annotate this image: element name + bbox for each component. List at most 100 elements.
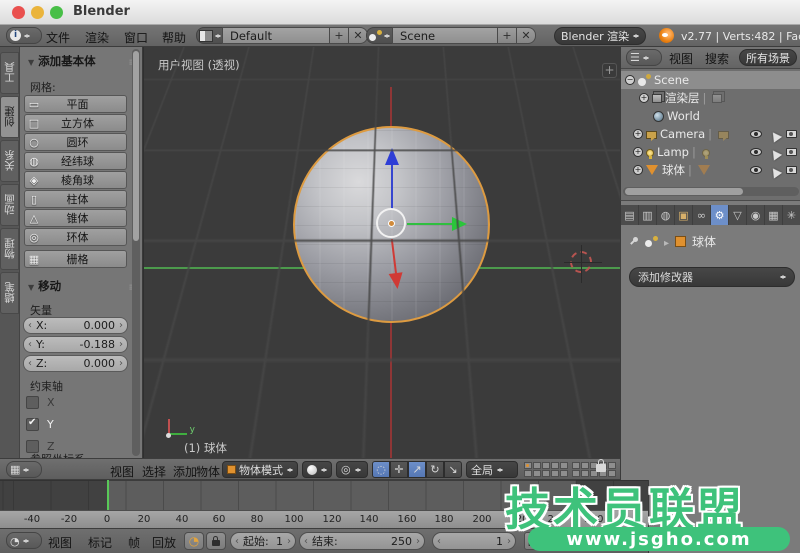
viewport-editor-selector[interactable]: ▦ <box>6 461 42 478</box>
menu-file[interactable]: 文件 <box>46 29 70 46</box>
translate-manipulator-button[interactable]: ↗ <box>408 461 426 478</box>
add-grid-button[interactable]: ▦ 栅格 <box>24 250 127 268</box>
tab-particles-icon[interactable] <box>783 205 800 225</box>
layer-cell[interactable] <box>608 470 616 477</box>
layer-cell[interactable] <box>551 470 559 477</box>
outliner-menu-view[interactable]: 视图 <box>669 50 693 67</box>
outliner-row-world[interactable]: World <box>621 107 800 125</box>
add-primitive-panel-header[interactable]: 添加基本体 <box>28 53 136 69</box>
start-frame-field[interactable]: 起始: 1 <box>230 532 296 550</box>
add-ico-sphere-button[interactable]: ◈ 棱角球 <box>24 171 127 189</box>
scene-selector[interactable] <box>366 27 392 44</box>
3d-viewport[interactable]: 用户视图 (透视) (1) 球体 + <box>143 47 620 458</box>
menu-window[interactable]: 窗口 <box>124 29 148 46</box>
layer-cell-active[interactable] <box>524 462 532 469</box>
editor-type-selector[interactable]: i <box>6 27 42 44</box>
pin-icon[interactable] <box>629 237 639 247</box>
tab-grease-pencil[interactable]: 蜡笔 <box>0 272 19 314</box>
outliner-row-renderlayers[interactable]: + 渲染层 | <box>621 89 800 107</box>
viewport-shading-dropdown[interactable] <box>302 461 332 478</box>
layer-cell[interactable] <box>542 462 550 469</box>
layer-group-1[interactable] <box>524 462 568 477</box>
menu-view[interactable]: 视图 <box>110 463 134 480</box>
add-modifier-dropdown[interactable]: 添加修改器 <box>629 267 795 287</box>
expand-icon[interactable]: + <box>633 129 643 139</box>
menu-add[interactable]: 添加 <box>173 463 197 480</box>
zoom-window-button[interactable] <box>50 6 63 19</box>
use-preview-range-toggle[interactable] <box>184 532 204 550</box>
visibility-eye-icon[interactable] <box>750 166 762 174</box>
add-circle-button[interactable]: ○ 圆环 <box>24 133 127 151</box>
expand-icon[interactable]: + <box>633 165 643 175</box>
transform-orientation-dropdown[interactable]: 全局 <box>466 461 518 478</box>
scene-lock-toggle[interactable] <box>596 459 606 472</box>
outliner-hscrollbar-thumb[interactable] <box>625 188 743 195</box>
manipulator-toggle[interactable]: ◌ <box>372 461 390 478</box>
tab-physics[interactable]: 物理 <box>0 228 19 270</box>
layer-cell[interactable] <box>542 470 550 477</box>
add-cone-button[interactable]: △ 锥体 <box>24 209 127 227</box>
layout-name-field[interactable]: Default <box>222 27 330 44</box>
layer-cell[interactable] <box>533 470 541 477</box>
outliner-menu-search[interactable]: 搜索 <box>705 50 729 67</box>
mode-dropdown[interactable]: 物体模式 <box>222 461 298 478</box>
timeline-menu-playback[interactable]: 回放 <box>152 534 176 551</box>
layer-cell[interactable] <box>581 470 589 477</box>
outliner-row-scene[interactable]: − Scene <box>621 71 800 89</box>
minimize-window-button[interactable] <box>31 6 44 19</box>
tab-constraints-icon[interactable] <box>693 205 711 225</box>
layer-cell[interactable] <box>560 470 568 477</box>
timeline-menu-marker[interactable]: 标记 <box>88 534 112 551</box>
tab-render-icon[interactable] <box>621 205 639 225</box>
tab-material-icon[interactable] <box>747 205 765 225</box>
timeline-editor-selector[interactable] <box>6 532 42 549</box>
outliner-row-sphere[interactable]: + 球体 | <box>621 161 800 179</box>
layer-cell[interactable] <box>533 462 541 469</box>
scale-manipulator-button[interactable]: ↘ <box>444 461 462 478</box>
current-frame-field[interactable]: 1 <box>432 532 516 550</box>
outliner-display-filter-dropdown[interactable]: 所有场景 <box>739 49 797 66</box>
renderability-camera-icon[interactable] <box>786 130 797 138</box>
scene-name-field[interactable]: Scene <box>392 27 498 44</box>
menu-select[interactable]: 选择 <box>142 463 166 480</box>
close-scene-button[interactable]: ✕ <box>517 27 536 44</box>
collapse-icon[interactable]: − <box>625 75 635 85</box>
3d-cursor[interactable] <box>570 251 592 273</box>
manipulator-axis-button[interactable]: ✛ <box>390 461 408 478</box>
add-cube-button[interactable]: □ 立方体 <box>24 114 127 132</box>
menu-render[interactable]: 渲染 <box>85 29 109 46</box>
add-uv-sphere-button[interactable]: ◍ 经纬球 <box>24 152 127 170</box>
layer-cell[interactable] <box>551 462 559 469</box>
toolshelf-scrollbar-thumb[interactable] <box>133 51 139 241</box>
add-plane-button[interactable]: ▭ 平面 <box>24 95 127 113</box>
tab-animation[interactable]: 动画 <box>0 184 19 226</box>
constraint-x-checkbox[interactable] <box>26 396 39 409</box>
tab-create[interactable]: 创建 <box>0 96 19 138</box>
pivot-point-dropdown[interactable]: ◎ <box>336 461 368 478</box>
renderability-camera-icon[interactable] <box>786 166 797 174</box>
menu-help[interactable]: 帮助 <box>162 29 186 46</box>
tab-relations[interactable]: 关系 <box>0 140 19 182</box>
layer-cell[interactable] <box>581 462 589 469</box>
lock-time-toggle[interactable] <box>206 532 226 550</box>
tab-scene-icon[interactable] <box>657 205 675 225</box>
render-engine-dropdown[interactable]: Blender 渲染 <box>554 27 646 45</box>
end-frame-field[interactable]: 结束: 250 <box>299 532 425 550</box>
tab-object-icon[interactable] <box>675 205 693 225</box>
add-cylinder-button[interactable]: ▯ 柱体 <box>24 190 127 208</box>
tab-tools[interactable]: 工具 <box>0 52 19 94</box>
layer-group-2[interactable] <box>572 462 616 477</box>
selectability-cursor-icon[interactable] <box>766 161 782 178</box>
rotate-manipulator-button[interactable]: ↻ <box>426 461 444 478</box>
add-layout-button[interactable]: + <box>330 27 349 44</box>
translate-y-field[interactable]: Y: -0.188 <box>23 336 128 353</box>
timeline-menu-frame[interactable]: 帧 <box>128 534 140 551</box>
selectability-cursor-icon[interactable] <box>766 143 782 160</box>
expand-icon[interactable]: + <box>633 147 643 157</box>
layer-cell[interactable] <box>608 462 616 469</box>
renderability-camera-icon[interactable] <box>786 148 797 156</box>
tab-modifiers-icon[interactable] <box>711 205 729 225</box>
layer-cell[interactable] <box>572 470 580 477</box>
visibility-eye-icon[interactable] <box>750 130 762 138</box>
selectability-cursor-icon[interactable] <box>766 125 782 142</box>
